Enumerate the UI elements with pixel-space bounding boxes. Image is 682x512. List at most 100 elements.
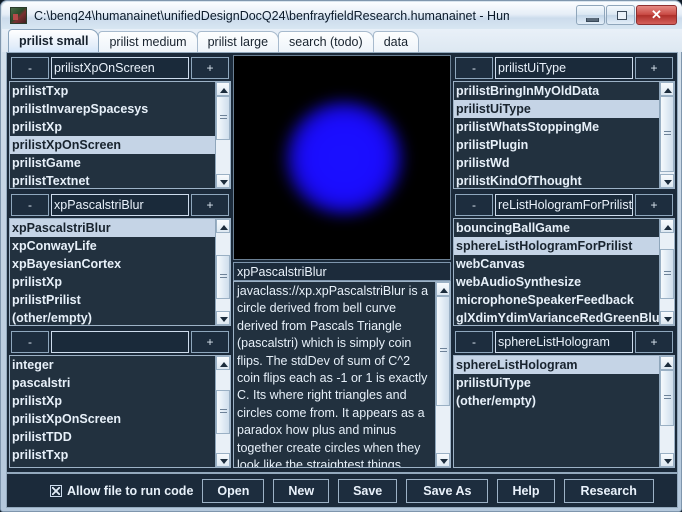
remove-button[interactable]: - [11, 331, 49, 353]
scroll-down-icon[interactable] [660, 311, 674, 325]
scroll-up-icon[interactable] [216, 82, 230, 96]
scroll-down-icon[interactable] [436, 453, 450, 467]
list-item-selected[interactable]: sphereListHologramForPrilist [454, 237, 659, 255]
vertical-scrollbar[interactable] [215, 219, 230, 325]
description-box[interactable]: javaclass://xp.xpPascalstriBlur is a cir… [233, 281, 451, 468]
scroll-down-icon[interactable] [660, 453, 674, 467]
scrollbar-thumb[interactable] [660, 96, 674, 172]
scroll-down-icon[interactable] [660, 174, 674, 188]
vertical-scrollbar[interactable] [435, 282, 450, 467]
list-box[interactable]: sphereListHologram prilistUiType (other/… [453, 355, 675, 468]
list-item[interactable]: prilistGame [10, 154, 215, 172]
tab-prilist-large[interactable]: prilist large [196, 31, 280, 52]
list-box[interactable]: bouncingBallGame sphereListHologramForPr… [453, 218, 675, 326]
title-bar[interactable]: C:\benq24\humanainet\unifiedDesignDocQ24… [2, 2, 682, 29]
remove-button[interactable]: - [455, 194, 493, 216]
list-item[interactable]: prilistTDD [10, 428, 215, 446]
list-item[interactable]: prilistWhatsStoppingMe [454, 118, 659, 136]
name-input[interactable]: reListHologramForPrilist [495, 194, 633, 216]
list-item[interactable]: pascalstri [10, 374, 215, 392]
name-input[interactable] [51, 331, 189, 353]
scroll-down-icon[interactable] [216, 453, 230, 467]
minimize-button[interactable] [576, 5, 605, 25]
checkbox-checked-icon[interactable] [50, 484, 62, 497]
hologram-canvas[interactable] [233, 55, 451, 260]
tab-search-todo[interactable]: search (todo) [278, 31, 374, 52]
tab-data[interactable]: data [372, 31, 420, 52]
list-box[interactable]: prilistTxp prilistInvarepSpacesys prilis… [9, 81, 231, 189]
list-item[interactable]: xpBayesianCortex [10, 255, 215, 273]
list-item[interactable]: (other/empty) [10, 309, 215, 325]
list-item[interactable]: webCanvas [454, 255, 659, 273]
vertical-scrollbar[interactable] [659, 82, 674, 188]
scrollbar-thumb[interactable] [436, 296, 450, 406]
list-item[interactable]: webAudioSynthesize [454, 273, 659, 291]
list-item[interactable]: prilistKindOfThought [454, 172, 659, 188]
list-box[interactable]: integer pascalstri prilistXp prilistXpOn… [9, 355, 231, 468]
scrollbar-thumb[interactable] [216, 255, 230, 299]
scrollbar-thumb[interactable] [660, 249, 674, 299]
remove-button[interactable]: - [11, 57, 49, 79]
help-button[interactable]: Help [497, 478, 555, 503]
scroll-up-icon[interactable] [660, 82, 674, 96]
remove-button[interactable]: - [455, 331, 493, 353]
list-item-selected[interactable]: sphereListHologram [454, 356, 659, 374]
scroll-down-icon[interactable] [216, 174, 230, 188]
tab-prilist-medium[interactable]: prilist medium [98, 31, 198, 52]
list-item-selected[interactable]: xpPascalstriBlur [10, 219, 215, 237]
list-item[interactable]: prilistPlugin [454, 136, 659, 154]
list-item[interactable]: prilistXp [10, 392, 215, 410]
list-item[interactable]: integer [10, 356, 215, 374]
list-item[interactable]: bouncingBallGame [454, 219, 659, 237]
scrollbar-thumb[interactable] [216, 96, 230, 140]
scroll-up-icon[interactable] [216, 356, 230, 370]
remove-button[interactable]: - [455, 57, 493, 79]
scrollbar-thumb[interactable] [216, 390, 230, 434]
scrollbar-thumb[interactable] [660, 370, 674, 426]
list-item[interactable]: (other/empty) [454, 392, 659, 410]
list-item-selected[interactable]: prilistXpOnScreen [10, 136, 215, 154]
add-button[interactable]: + [635, 57, 673, 79]
vertical-scrollbar[interactable] [659, 356, 674, 467]
add-button[interactable]: + [191, 57, 229, 79]
list-item[interactable]: prilistWd [454, 154, 659, 172]
name-input[interactable]: prilistXpOnScreen [51, 57, 189, 79]
vertical-scrollbar[interactable] [659, 219, 674, 325]
list-box[interactable]: prilistBringInMyOldData prilistUiType pr… [453, 81, 675, 189]
list-box[interactable]: xpPascalstriBlur xpConwayLife xpBayesian… [9, 218, 231, 326]
vertical-scrollbar[interactable] [215, 82, 230, 188]
name-input[interactable]: prilistUiType [495, 57, 633, 79]
close-button[interactable]: ✕ [636, 5, 677, 25]
tab-prilist-small[interactable]: prilist small [8, 29, 100, 52]
add-button[interactable]: + [635, 194, 673, 216]
list-item[interactable]: prilistTxp [10, 446, 215, 464]
list-item-selected[interactable]: prilistUiType [454, 100, 659, 118]
list-item[interactable]: glXdimYdimVarianceRedGreenBlue [454, 309, 659, 325]
scroll-down-icon[interactable] [216, 311, 230, 325]
list-item[interactable]: xpConwayLife [10, 237, 215, 255]
research-button[interactable]: Research [563, 478, 654, 503]
list-item[interactable]: prilistBringInMyOldData [454, 82, 659, 100]
list-item[interactable]: microphoneSpeakerFeedback [454, 291, 659, 309]
list-item[interactable]: prilistTxp [10, 82, 215, 100]
list-item[interactable]: prilistPrilist [10, 291, 215, 309]
scroll-up-icon[interactable] [436, 282, 450, 296]
list-item[interactable]: prilistInvarepSpacesys [10, 100, 215, 118]
vertical-scrollbar[interactable] [215, 356, 230, 467]
list-item[interactable]: prilistXp [10, 273, 215, 291]
add-button[interactable]: + [191, 194, 229, 216]
list-item[interactable]: prilistTextnet [10, 172, 215, 188]
scroll-up-icon[interactable] [660, 356, 674, 370]
save-as-button[interactable]: Save As [406, 478, 489, 503]
open-button[interactable]: Open [202, 478, 265, 503]
maximize-button[interactable] [606, 5, 635, 25]
add-button[interactable]: + [191, 331, 229, 353]
scroll-up-icon[interactable] [216, 219, 230, 233]
new-button[interactable]: New [273, 478, 330, 503]
name-input[interactable]: sphereListHologram [495, 331, 633, 353]
add-button[interactable]: + [635, 331, 673, 353]
allow-run-code-checkbox[interactable]: Allow file to run code [50, 484, 193, 498]
name-input[interactable]: xpPascalstriBlur [51, 194, 189, 216]
list-item[interactable]: prilistXpOnScreen [10, 410, 215, 428]
list-item[interactable]: prilistXp [10, 118, 215, 136]
